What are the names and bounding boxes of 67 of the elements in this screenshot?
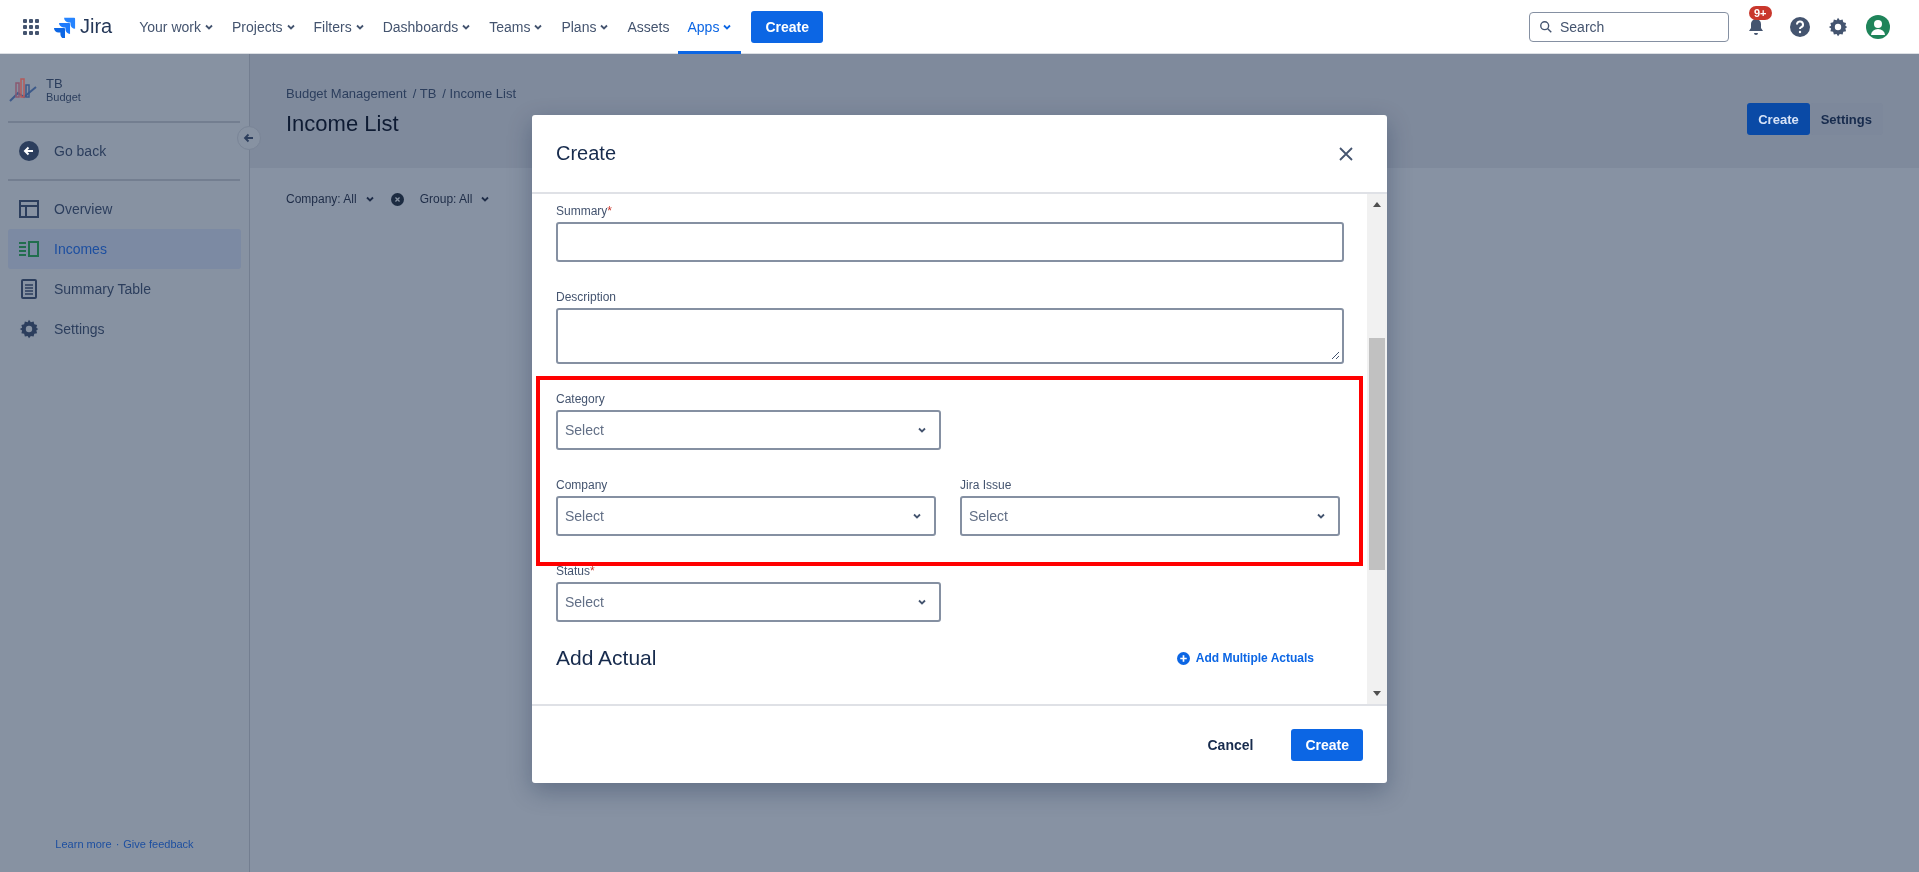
nav-menu-item[interactable]: Teams [480,0,553,54]
nav-menu-item[interactable]: Plans [552,0,619,54]
dialog-button[interactable]: Create [1291,728,1363,761]
field-label: Jira Issue [960,478,1012,492]
clear-filter-icon[interactable] [390,192,404,206]
settings-icon [18,318,40,340]
scroll-up-arrow-icon[interactable] [1372,200,1382,208]
settings-icon[interactable] [1827,15,1849,38]
document-icon [18,278,40,300]
layout-icon [18,198,40,220]
scrollbar[interactable] [1367,194,1387,704]
page-title: Income List [286,111,399,137]
help-icon[interactable] [1789,15,1811,38]
dialog-button[interactable]: Cancel [1193,728,1268,761]
filter-dropdown[interactable]: Group: All [419,192,491,206]
chevron-down-icon [917,597,927,607]
breadcrumb-link[interactable]: / Income List [442,86,516,101]
field-label: Company [556,478,608,492]
close-icon[interactable] [1338,145,1354,162]
plus-circle-icon [1176,651,1190,665]
notification-badge: 9+ [1749,5,1772,20]
filter-dropdown[interactable]: Company: All [286,192,375,206]
select-dropdown[interactable]: Select [556,496,936,536]
app-switcher-icon[interactable] [22,17,40,36]
select-dropdown[interactable]: Select [556,582,941,622]
sidebar-item[interactable]: Settings [8,309,241,349]
left-arrow-icon [243,132,255,144]
logo-icon [54,15,76,38]
sidebar-item[interactable]: Go back [8,131,241,171]
chevron-down-icon [917,425,927,435]
field-label: Description [556,290,617,304]
textarea-field[interactable] [556,308,1344,364]
nav-menu-item[interactable]: Assets [618,0,679,54]
breadcrumb-link[interactable]: / TB [412,86,437,101]
add-link[interactable]: Add Multiple Actuals [1176,651,1314,665]
project-type: Budget [46,91,81,103]
nav-menu-item[interactable]: Filters [304,0,374,54]
section-heading: Add Actual [556,646,657,670]
chevron-down-icon [364,194,375,204]
project-name: TB [46,76,64,91]
nav-menu-item[interactable]: Dashboards [373,0,481,54]
product-name[interactable]: Jira [80,15,113,38]
sidebar-item[interactable]: Overview [8,189,241,229]
chevron-down-icon [1316,511,1326,521]
field-label: Category [556,392,605,406]
create-button[interactable]: Create [751,10,823,43]
avatar-icon[interactable] [1865,13,1891,40]
breadcrumb-link[interactable]: Budget Management [286,86,407,101]
chevron-down-icon [480,194,491,204]
select-dropdown[interactable]: Select [556,410,941,450]
search-icon [1539,19,1553,34]
list-icon [18,238,40,260]
search-field[interactable]: Search [1529,11,1729,42]
nav-menu-item[interactable]: Your work [130,0,223,54]
page-action-button[interactable]: Create [1747,103,1810,135]
dialog-title: Create [556,142,617,165]
select-dropdown[interactable]: Select [960,496,1340,536]
separator-dot: · [115,838,120,850]
sidebar-item[interactable]: Summary Table [8,269,241,309]
scroll-down-arrow-icon[interactable] [1372,690,1382,698]
nav-menu-item[interactable]: Projects [223,0,305,54]
chevron-down-icon [912,511,922,521]
field-label: Summary* [556,204,612,218]
field-label: Status* [556,564,595,578]
collapse-sidebar-button[interactable] [237,126,261,150]
resize-handle-icon[interactable] [1331,351,1340,360]
text-input-field[interactable] [556,222,1344,262]
